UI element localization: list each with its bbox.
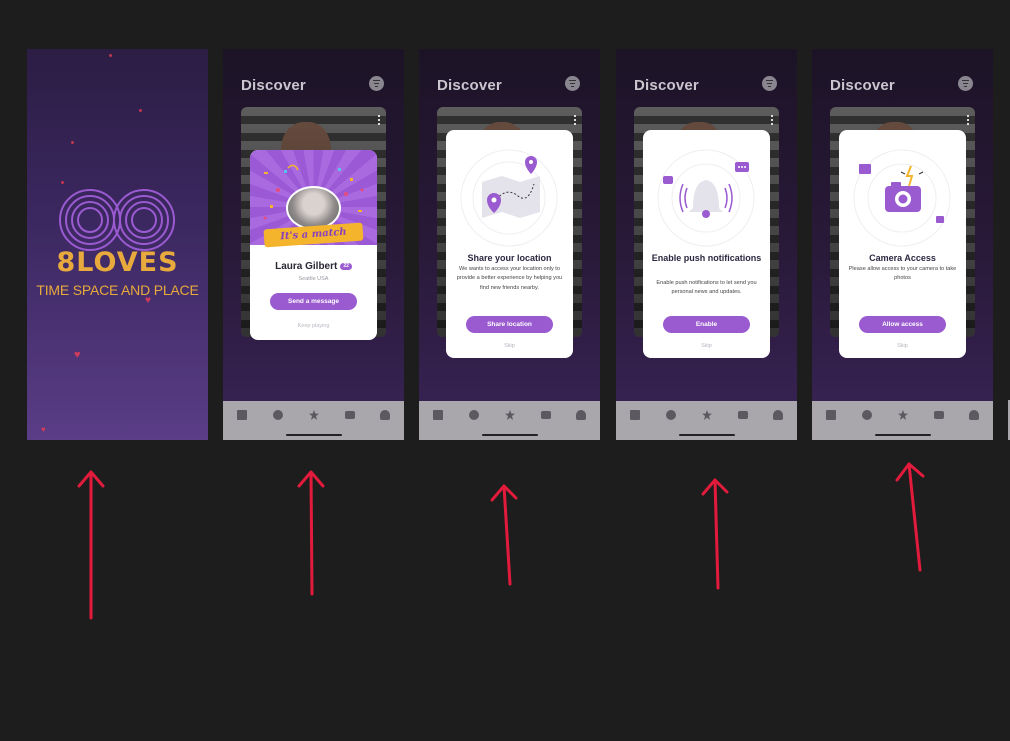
heart-icon: ♥ bbox=[41, 425, 46, 434]
bell-icon bbox=[657, 149, 755, 247]
profile-icon[interactable] bbox=[773, 410, 783, 420]
brand-name: 8LOVES bbox=[56, 247, 179, 278]
enable-button[interactable]: Enable bbox=[663, 316, 750, 333]
push-dialog: Enable push notifications Enable push no… bbox=[643, 130, 770, 358]
star-icon[interactable] bbox=[505, 410, 515, 420]
annotation-arrow-icon bbox=[297, 470, 325, 596]
skip-link[interactable]: Skip bbox=[839, 343, 966, 349]
decor-dot bbox=[61, 181, 64, 184]
share-location-button[interactable]: Share location bbox=[466, 316, 553, 333]
dialog-description: Please allow access to your camera to ta… bbox=[848, 266, 957, 282]
dialog-description: Enable push notifications to let send yo… bbox=[656, 280, 757, 296]
cards-icon[interactable] bbox=[433, 410, 443, 420]
page-title: Discover bbox=[437, 77, 502, 94]
star-icon[interactable] bbox=[309, 410, 319, 420]
home-indicator bbox=[875, 434, 931, 436]
star-icon[interactable] bbox=[702, 410, 712, 420]
dialog-description: We wants to access your location only to… bbox=[456, 266, 563, 291]
filter-icon[interactable] bbox=[762, 76, 777, 91]
send-message-button[interactable]: Send a message bbox=[270, 293, 357, 310]
home-indicator bbox=[482, 434, 538, 436]
camera-permission-screen: Discover Camera Access Please allow acce… bbox=[812, 49, 993, 440]
filter-icon[interactable] bbox=[565, 76, 580, 91]
star-icon[interactable] bbox=[898, 410, 908, 420]
decor-dot bbox=[109, 54, 112, 57]
map-pin-icon bbox=[460, 149, 558, 247]
page-title: Discover bbox=[830, 77, 895, 94]
home-indicator bbox=[679, 434, 735, 436]
location-dialog: Share your location We wants to access y… bbox=[446, 130, 573, 358]
dialog-title: Share your location bbox=[467, 253, 552, 263]
chat-icon[interactable] bbox=[541, 411, 551, 419]
dialog-title: Enable push notifications bbox=[651, 253, 762, 263]
tab-bar bbox=[616, 401, 797, 440]
match-name-text: Laura Gilbert bbox=[275, 261, 338, 272]
tab-bar bbox=[812, 401, 993, 440]
cards-icon[interactable] bbox=[237, 410, 247, 420]
dialog-title: Camera Access bbox=[869, 253, 936, 263]
home-indicator bbox=[286, 434, 342, 436]
match-dialog: It's a match Laura Gilbert 22 Seattle USA… bbox=[250, 150, 377, 340]
push-permission-screen: Discover Enable push notifications Enabl… bbox=[616, 49, 797, 440]
page-title: Discover bbox=[634, 77, 699, 94]
allow-access-button[interactable]: Allow access bbox=[859, 316, 946, 333]
avatar bbox=[286, 186, 341, 230]
age-badge: 22 bbox=[340, 262, 352, 270]
skip-link[interactable]: Skip bbox=[643, 343, 770, 349]
compass-icon[interactable] bbox=[666, 410, 676, 420]
annotation-arrow-icon bbox=[490, 484, 518, 586]
decor-dot bbox=[139, 109, 142, 112]
compass-icon[interactable] bbox=[469, 410, 479, 420]
annotation-arrow-icon bbox=[77, 470, 105, 620]
annotation-arrow-icon bbox=[895, 462, 925, 572]
filter-icon[interactable] bbox=[369, 76, 384, 91]
cards-icon[interactable] bbox=[630, 410, 640, 420]
heart-icon: ♥ bbox=[74, 349, 81, 361]
match-screen: Discover It's a match Laura Gilbert 22 Se… bbox=[223, 49, 404, 440]
profile-icon[interactable] bbox=[380, 410, 390, 420]
camera-dialog: Camera Access Please allow access to you… bbox=[839, 130, 966, 358]
match-name: Laura Gilbert 22 bbox=[250, 261, 377, 272]
page-title: Discover bbox=[241, 77, 306, 94]
decor-dot bbox=[71, 141, 74, 144]
annotation-arrow-icon bbox=[701, 478, 729, 590]
filter-icon[interactable] bbox=[958, 76, 973, 91]
chat-icon[interactable] bbox=[934, 411, 944, 419]
infinity-logo-icon bbox=[59, 189, 175, 251]
profile-icon[interactable] bbox=[576, 410, 586, 420]
chat-icon[interactable] bbox=[738, 411, 748, 419]
compass-icon[interactable] bbox=[862, 410, 872, 420]
match-city: Seattle USA bbox=[298, 276, 329, 282]
tab-bar bbox=[419, 401, 600, 440]
tab-bar bbox=[223, 401, 404, 440]
chat-icon[interactable] bbox=[345, 411, 355, 419]
splash-screen: ♥ ♥ ♥ 8LOVES TIME SPACE AND PLACE bbox=[27, 49, 208, 440]
profile-icon[interactable] bbox=[969, 410, 979, 420]
cards-icon[interactable] bbox=[826, 410, 836, 420]
brand-tagline: TIME SPACE AND PLACE bbox=[36, 282, 199, 298]
camera-icon bbox=[853, 149, 951, 247]
skip-link[interactable]: Skip bbox=[446, 343, 573, 349]
compass-icon[interactable] bbox=[273, 410, 283, 420]
keep-playing-link[interactable]: Keep playing bbox=[250, 323, 377, 329]
location-permission-screen: Discover Share your location We wants to… bbox=[419, 49, 600, 440]
